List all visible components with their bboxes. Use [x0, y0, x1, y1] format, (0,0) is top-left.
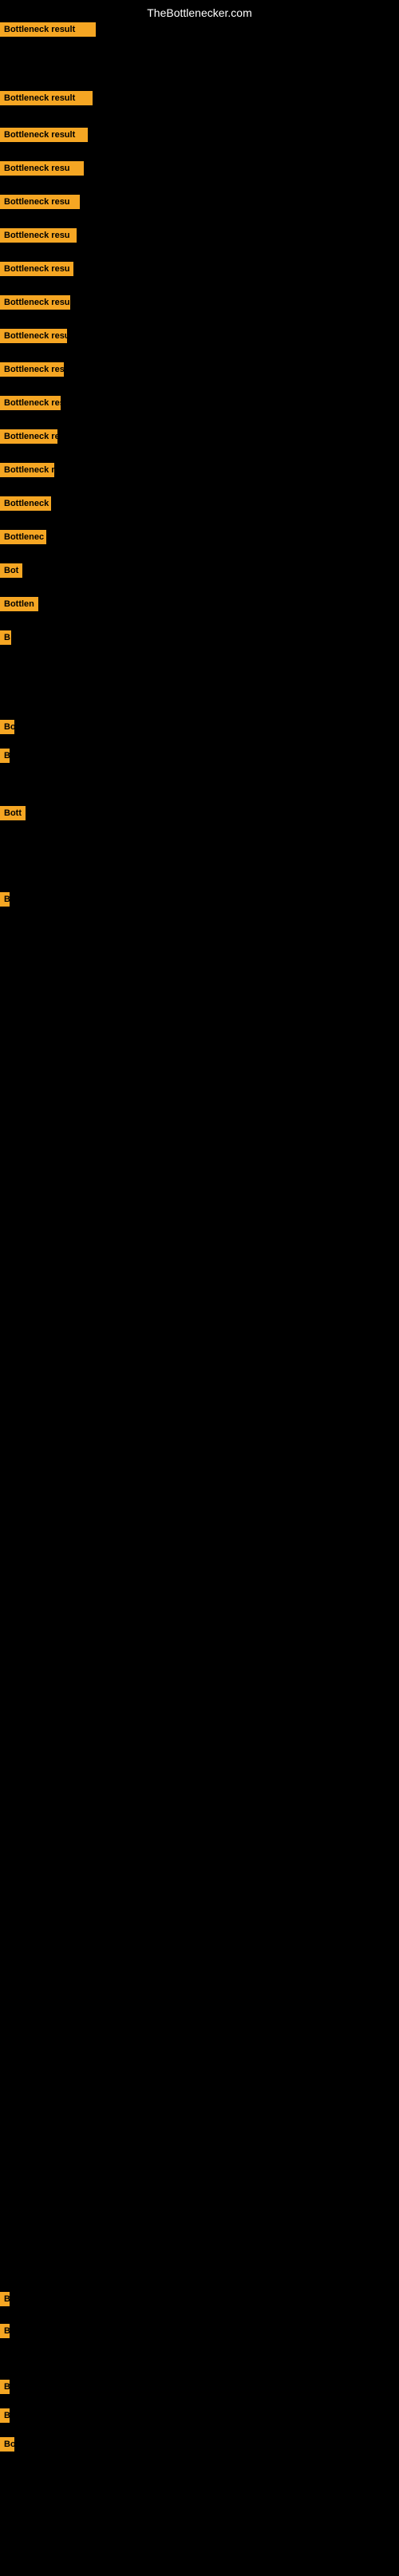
bottleneck-badge: Bottleneck resu — [0, 161, 84, 176]
bottleneck-badge: Bottlenec — [0, 530, 46, 544]
bottleneck-badge: Bot — [0, 563, 22, 578]
bottleneck-badge: B — [0, 2292, 10, 2306]
bottleneck-badge: Bottleneck resu — [0, 329, 67, 343]
bottleneck-badge: Bottleneck resu — [0, 362, 64, 377]
bottleneck-badge: Bottleneck resu — [0, 295, 70, 310]
bottleneck-badge: B — [0, 2408, 10, 2423]
bottleneck-badge: B — [0, 2380, 10, 2394]
bottleneck-badge: Bo — [0, 2437, 14, 2452]
bottleneck-badge: Bottleneck resu — [0, 228, 77, 243]
bottleneck-badge: Bottleneck r — [0, 496, 51, 511]
bottleneck-badge: Bottleneck result — [0, 91, 93, 105]
bottleneck-badge: B — [0, 630, 11, 645]
bottleneck-badge: B — [0, 2324, 10, 2338]
bottleneck-badge: B — [0, 749, 10, 763]
bottleneck-badge: Bottleneck re — [0, 463, 54, 477]
bottleneck-badge: Bott — [0, 806, 26, 820]
bottleneck-badge: Bottleneck resu — [0, 195, 80, 209]
bottleneck-badge: Bottlen — [0, 597, 38, 611]
bottleneck-badge: Bottleneck re — [0, 429, 57, 444]
bottleneck-badge: Bottleneck res — [0, 396, 61, 410]
bottleneck-badge: B — [0, 892, 10, 907]
bottleneck-badge: Bottleneck resu — [0, 262, 73, 276]
bottleneck-badge: Bottleneck result — [0, 128, 88, 142]
site-title: TheBottlenecker.com — [0, 0, 399, 22]
bottleneck-badge: Bottleneck result — [0, 22, 96, 37]
bottleneck-badge: Bo — [0, 720, 14, 734]
